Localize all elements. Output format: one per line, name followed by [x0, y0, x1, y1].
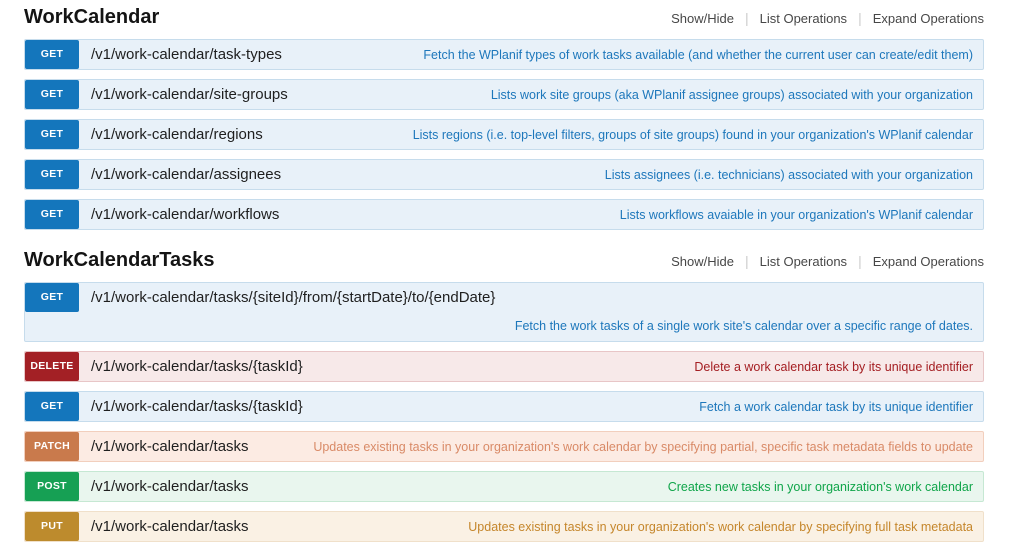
toolbar-separator: | — [858, 10, 862, 26]
operation-row[interactable]: GET /v1/work-calendar/tasks/{taskId} Fet… — [24, 391, 984, 422]
show-hide-link[interactable]: Show/Hide — [671, 11, 734, 26]
operation-summary: Updates existing tasks in your organizat… — [297, 440, 983, 454]
list-operations-link[interactable]: List Operations — [760, 11, 847, 26]
endpoint-path[interactable]: /v1/work-calendar/task-types — [91, 46, 282, 63]
expand-operations-link[interactable]: Expand Operations — [873, 11, 984, 26]
toolbar-separator: | — [745, 253, 749, 269]
operation-row[interactable]: GET /v1/work-calendar/regions Lists regi… — [24, 119, 984, 150]
endpoint-path[interactable]: /v1/work-calendar/tasks/{siteId}/from/{s… — [91, 289, 495, 306]
section-toolbar: Show/Hide | List Operations | Expand Ope… — [671, 10, 984, 26]
operation-row[interactable]: GET /v1/work-calendar/workflows Lists wo… — [24, 199, 984, 230]
operation-row[interactable]: GET /v1/work-calendar/task-types Fetch t… — [24, 39, 984, 70]
operation-summary: Fetch the WPlanif types of work tasks av… — [407, 48, 983, 62]
section-toolbar: Show/Hide | List Operations | Expand Ope… — [671, 253, 984, 269]
http-method-badge: GET — [25, 160, 79, 189]
http-method-badge: DELETE — [25, 352, 79, 381]
operation-summary: Delete a work calendar task by its uniqu… — [678, 360, 983, 374]
http-method-badge: POST — [25, 472, 79, 501]
operation-summary: Updates existing tasks in your organizat… — [452, 520, 983, 534]
endpoint-path[interactable]: /v1/work-calendar/tasks — [91, 518, 249, 535]
endpoint-path[interactable]: /v1/work-calendar/workflows — [91, 206, 279, 223]
toolbar-separator: | — [858, 253, 862, 269]
api-sections: WorkCalendar Show/Hide | List Operations… — [24, 6, 984, 542]
http-method-badge: GET — [25, 392, 79, 421]
api-resource-section: WorkCalendar Show/Hide | List Operations… — [24, 6, 984, 230]
section-title[interactable]: WorkCalendarTasks — [24, 249, 214, 272]
operation-row[interactable]: DELETE /v1/work-calendar/tasks/{taskId} … — [24, 351, 984, 382]
endpoint-path[interactable]: /v1/work-calendar/regions — [91, 126, 263, 143]
section-header: WorkCalendar Show/Hide | List Operations… — [24, 6, 984, 29]
endpoint-path[interactable]: /v1/work-calendar/tasks — [91, 478, 249, 495]
http-method-badge: GET — [25, 80, 79, 109]
operation-summary: Lists work site groups (aka WPlanif assi… — [475, 88, 983, 102]
operation-row[interactable]: GET /v1/work-calendar/site-groups Lists … — [24, 79, 984, 110]
operations-list: GET /v1/work-calendar/task-types Fetch t… — [24, 39, 984, 230]
http-method-badge: GET — [25, 120, 79, 149]
http-method-badge: PATCH — [25, 432, 79, 461]
show-hide-link[interactable]: Show/Hide — [671, 254, 734, 269]
expand-operations-link[interactable]: Expand Operations — [873, 254, 984, 269]
endpoint-path[interactable]: /v1/work-calendar/tasks — [91, 438, 249, 455]
toolbar-separator: | — [745, 10, 749, 26]
operation-summary: Lists workflows avaiable in your organiz… — [604, 208, 983, 222]
http-method-badge: GET — [25, 283, 79, 312]
section-header: WorkCalendarTasks Show/Hide | List Opera… — [24, 249, 984, 272]
operation-summary: Fetch a work calendar task by its unique… — [683, 400, 983, 414]
operation-summary: Lists regions (i.e. top-level filters, g… — [397, 128, 983, 142]
endpoint-path[interactable]: /v1/work-calendar/tasks/{taskId} — [91, 358, 303, 375]
operation-summary: Lists assignees (i.e. technicians) assoc… — [589, 168, 983, 182]
section-title[interactable]: WorkCalendar — [24, 6, 159, 29]
operation-summary: Creates new tasks in your organization's… — [652, 480, 983, 494]
endpoint-path[interactable]: /v1/work-calendar/assignees — [91, 166, 281, 183]
http-method-badge: GET — [25, 200, 79, 229]
list-operations-link[interactable]: List Operations — [760, 254, 847, 269]
operation-row[interactable]: GET /v1/work-calendar/tasks/{siteId}/fro… — [24, 282, 984, 342]
http-method-badge: PUT — [25, 512, 79, 541]
operation-row[interactable]: POST /v1/work-calendar/tasks Creates new… — [24, 471, 984, 502]
operation-summary: Fetch the work tasks of a single work si… — [25, 312, 983, 341]
operation-row[interactable]: PATCH /v1/work-calendar/tasks Updates ex… — [24, 431, 984, 462]
api-resource-section: WorkCalendarTasks Show/Hide | List Opera… — [24, 249, 984, 542]
operation-row[interactable]: PUT /v1/work-calendar/tasks Updates exis… — [24, 511, 984, 542]
http-method-badge: GET — [25, 40, 79, 69]
operation-row[interactable]: GET /v1/work-calendar/assignees Lists as… — [24, 159, 984, 190]
api-docs-page: WorkCalendar Show/Hide | List Operations… — [0, 0, 1010, 542]
endpoint-path[interactable]: /v1/work-calendar/tasks/{taskId} — [91, 398, 303, 415]
operations-list: GET /v1/work-calendar/tasks/{siteId}/fro… — [24, 282, 984, 542]
endpoint-path[interactable]: /v1/work-calendar/site-groups — [91, 86, 288, 103]
